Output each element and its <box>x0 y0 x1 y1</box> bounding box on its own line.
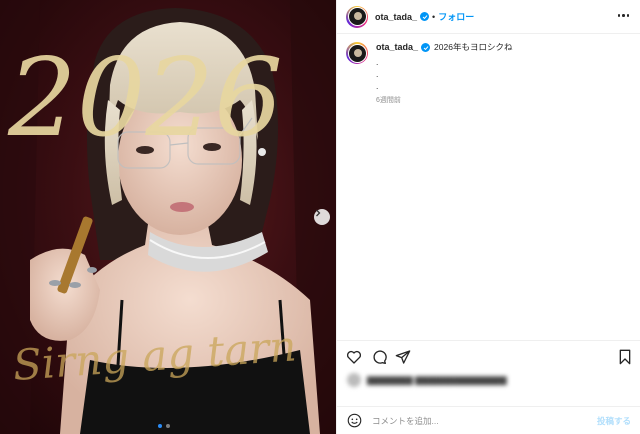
caption-username[interactable]: ota_tada_ <box>376 42 418 53</box>
header-separator: • <box>432 11 436 22</box>
caption-avatar[interactable] <box>346 42 368 64</box>
photo-illustration: 2026 Sirng ag tarn <box>0 0 336 434</box>
carousel-dot-1 <box>158 424 162 428</box>
liker-avatar <box>347 373 361 387</box>
emoji-icon[interactable] <box>347 413 362 428</box>
comment-input[interactable] <box>370 414 597 427</box>
comment-icon[interactable] <box>371 349 387 365</box>
bookmark-icon[interactable] <box>617 349 633 365</box>
post-panel: ota_tada_ • フォロー ota_tada_ 2026年もヨロシクね .… <box>336 0 640 434</box>
caption-text: 2026年もヨロシクね <box>434 42 513 52</box>
header-username[interactable]: ota_tada_ <box>375 12 417 22</box>
heart-icon[interactable] <box>346 349 362 365</box>
avatar[interactable] <box>346 5 368 28</box>
caption-line: . <box>376 69 379 79</box>
post-time: 6週間前 <box>376 97 401 104</box>
share-icon[interactable] <box>395 349 411 365</box>
caption-line: . <box>376 81 379 91</box>
caption: ota_tada_ 2026年もヨロシクね . . . 6週間前 <box>346 42 631 106</box>
post-image[interactable]: 2026 Sirng ag tarn <box>0 0 336 434</box>
comment-bar: 投稿する <box>337 406 640 434</box>
caption-line: . <box>376 57 379 67</box>
follow-button[interactable]: フォロー <box>438 10 474 23</box>
verified-icon <box>421 43 431 52</box>
more-icon[interactable] <box>617 14 629 17</box>
likes-row: ▇▇▇▇▇▇▇ ▇▇▇▇▇▇▇▇▇▇▇▇▇▇ <box>347 373 507 387</box>
chevron-right-icon <box>316 209 321 217</box>
carousel-next-button[interactable] <box>314 209 330 225</box>
photo-year-text: 2026 <box>7 36 283 161</box>
likes-text-blurred: ▇▇▇▇▇▇▇ ▇▇▇▇▇▇▇▇▇▇▇▇▇▇ <box>367 374 507 385</box>
post-comment-button[interactable]: 投稿する <box>597 415 631 427</box>
carousel-indicator <box>158 424 170 428</box>
action-bar <box>337 340 640 374</box>
post-header: ota_tada_ • フォロー <box>337 0 640 34</box>
carousel-dot-2 <box>166 424 170 428</box>
verified-icon <box>420 12 430 21</box>
